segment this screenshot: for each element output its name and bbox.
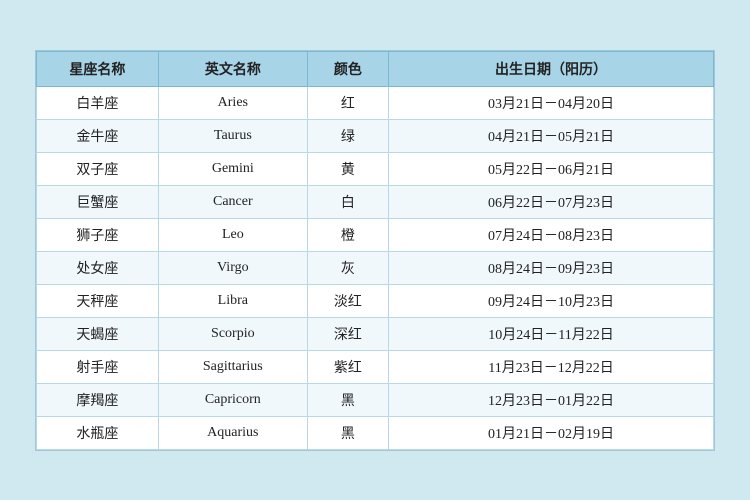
cell-chinese: 巨蟹座 <box>37 185 159 218</box>
cell-color: 淡红 <box>307 284 388 317</box>
cell-date: 12月23日－01月22日 <box>389 383 714 416</box>
cell-chinese: 天蝎座 <box>37 317 159 350</box>
header-english: 英文名称 <box>158 51 307 86</box>
table-row: 水瓶座Aquarius黑01月21日－02月19日 <box>37 416 714 449</box>
table-row: 双子座Gemini黄05月22日－06月21日 <box>37 152 714 185</box>
cell-chinese: 处女座 <box>37 251 159 284</box>
cell-english: Aries <box>158 86 307 119</box>
cell-date: 05月22日－06月21日 <box>389 152 714 185</box>
cell-chinese: 白羊座 <box>37 86 159 119</box>
cell-english: Gemini <box>158 152 307 185</box>
cell-english: Virgo <box>158 251 307 284</box>
zodiac-table: 星座名称 英文名称 颜色 出生日期（阳历） 白羊座Aries红03月21日－04… <box>36 51 714 450</box>
cell-color: 黑 <box>307 416 388 449</box>
table-row: 金牛座Taurus绿04月21日－05月21日 <box>37 119 714 152</box>
cell-chinese: 金牛座 <box>37 119 159 152</box>
table-row: 处女座Virgo灰08月24日－09月23日 <box>37 251 714 284</box>
table-row: 狮子座Leo橙07月24日－08月23日 <box>37 218 714 251</box>
cell-chinese: 水瓶座 <box>37 416 159 449</box>
cell-color: 紫红 <box>307 350 388 383</box>
cell-english: Sagittarius <box>158 350 307 383</box>
table-body: 白羊座Aries红03月21日－04月20日金牛座Taurus绿04月21日－0… <box>37 86 714 449</box>
cell-color: 深红 <box>307 317 388 350</box>
cell-color: 橙 <box>307 218 388 251</box>
header-color: 颜色 <box>307 51 388 86</box>
header-date: 出生日期（阳历） <box>389 51 714 86</box>
cell-date: 03月21日－04月20日 <box>389 86 714 119</box>
cell-color: 白 <box>307 185 388 218</box>
cell-chinese: 天秤座 <box>37 284 159 317</box>
table-row: 白羊座Aries红03月21日－04月20日 <box>37 86 714 119</box>
cell-date: 08月24日－09月23日 <box>389 251 714 284</box>
cell-color: 灰 <box>307 251 388 284</box>
cell-english: Leo <box>158 218 307 251</box>
cell-date: 01月21日－02月19日 <box>389 416 714 449</box>
cell-english: Capricorn <box>158 383 307 416</box>
cell-color: 黄 <box>307 152 388 185</box>
cell-english: Taurus <box>158 119 307 152</box>
cell-date: 10月24日－11月22日 <box>389 317 714 350</box>
cell-date: 09月24日－10月23日 <box>389 284 714 317</box>
table-row: 摩羯座Capricorn黑12月23日－01月22日 <box>37 383 714 416</box>
table-row: 天秤座Libra淡红09月24日－10月23日 <box>37 284 714 317</box>
cell-color: 黑 <box>307 383 388 416</box>
cell-english: Aquarius <box>158 416 307 449</box>
header-chinese: 星座名称 <box>37 51 159 86</box>
table-row: 天蝎座Scorpio深红10月24日－11月22日 <box>37 317 714 350</box>
cell-chinese: 射手座 <box>37 350 159 383</box>
table-row: 巨蟹座Cancer白06月22日－07月23日 <box>37 185 714 218</box>
cell-english: Libra <box>158 284 307 317</box>
table-row: 射手座Sagittarius紫红11月23日－12月22日 <box>37 350 714 383</box>
cell-color: 绿 <box>307 119 388 152</box>
cell-chinese: 双子座 <box>37 152 159 185</box>
cell-date: 11月23日－12月22日 <box>389 350 714 383</box>
cell-chinese: 摩羯座 <box>37 383 159 416</box>
cell-chinese: 狮子座 <box>37 218 159 251</box>
cell-date: 04月21日－05月21日 <box>389 119 714 152</box>
zodiac-table-container: 星座名称 英文名称 颜色 出生日期（阳历） 白羊座Aries红03月21日－04… <box>35 50 715 451</box>
cell-english: Scorpio <box>158 317 307 350</box>
cell-english: Cancer <box>158 185 307 218</box>
table-header-row: 星座名称 英文名称 颜色 出生日期（阳历） <box>37 51 714 86</box>
cell-date: 06月22日－07月23日 <box>389 185 714 218</box>
cell-color: 红 <box>307 86 388 119</box>
cell-date: 07月24日－08月23日 <box>389 218 714 251</box>
